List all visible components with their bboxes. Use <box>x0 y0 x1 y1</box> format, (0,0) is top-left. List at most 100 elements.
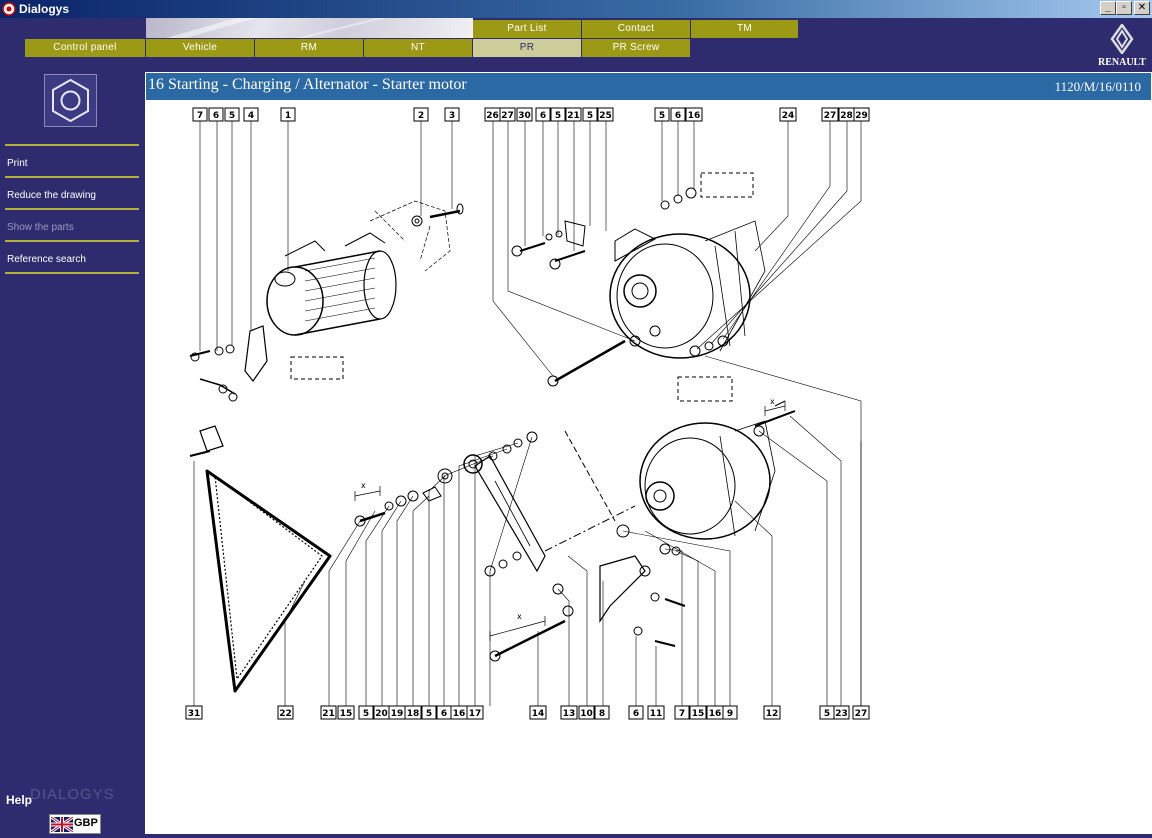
callout-label[interactable]: 8 <box>594 705 610 720</box>
callout-label[interactable]: 4 <box>243 107 259 122</box>
callout-label[interactable]: 5 <box>358 705 374 720</box>
callout-label[interactable]: 6 <box>535 107 551 122</box>
svg-text:25: 25 <box>599 111 612 121</box>
callout-label[interactable]: 9 <box>722 705 738 720</box>
svg-text:17: 17 <box>469 709 482 719</box>
starter-motor-illustration <box>189 200 464 402</box>
callout-label[interactable]: 11 <box>647 705 665 720</box>
svg-text:5: 5 <box>587 111 593 121</box>
callout-label[interactable]: 5 <box>224 107 240 122</box>
callout-label[interactable]: 16 <box>706 705 724 720</box>
callout-label[interactable]: 23 <box>833 705 850 720</box>
svg-text:10: 10 <box>580 709 593 719</box>
callout-label[interactable]: 2 <box>413 107 429 122</box>
tab-pr-screw[interactable]: PR Screw <box>582 39 691 57</box>
uk-flag-icon <box>51 817 73 832</box>
callout-label[interactable]: 12 <box>763 705 781 720</box>
callout-label[interactable]: 5 <box>421 705 437 720</box>
header-decoration <box>146 18 473 38</box>
callout-label[interactable]: 10 <box>578 705 595 720</box>
callout-label[interactable]: 21 <box>565 107 582 122</box>
callout-label[interactable]: 5 <box>819 705 835 720</box>
callout-label[interactable]: 6 <box>436 705 452 720</box>
callout-label[interactable]: 26 <box>484 107 501 122</box>
svg-text:6: 6 <box>213 111 219 121</box>
callout-label[interactable]: 28 <box>838 107 855 122</box>
callout-label[interactable]: 22 <box>277 705 294 720</box>
svg-text:13: 13 <box>563 709 576 719</box>
tab-part-list[interactable]: Part List <box>473 20 582 38</box>
callout-label[interactable]: 30 <box>516 107 533 122</box>
tab-tm[interactable]: TM <box>691 20 799 38</box>
callout-label[interactable]: 6 <box>208 107 224 122</box>
svg-text:21: 21 <box>567 111 580 121</box>
callout-label[interactable]: 5 <box>582 107 598 122</box>
callout-label[interactable]: 27 <box>852 705 870 720</box>
svg-text:6: 6 <box>633 709 639 719</box>
callout-label[interactable]: 3 <box>444 107 460 122</box>
restore-button[interactable]: ▫ <box>1116 1 1132 15</box>
sidebar-item-reference-search[interactable]: Reference search <box>7 254 86 265</box>
svg-text:21: 21 <box>322 709 335 719</box>
svg-text:6: 6 <box>675 111 681 121</box>
svg-text:26: 26 <box>486 111 499 121</box>
callout-label[interactable]: 20 <box>373 705 390 720</box>
svg-text:15: 15 <box>692 709 705 719</box>
tab-nt[interactable]: NT <box>364 39 473 57</box>
callout-label[interactable]: 13 <box>560 705 578 720</box>
header-swoosh-graphic <box>166 18 386 38</box>
callout-label[interactable]: 6 <box>670 107 686 122</box>
svg-text:16: 16 <box>453 709 466 719</box>
sidebar-item-reduce-drawing[interactable]: Reduce the drawing <box>7 190 96 201</box>
tab-vehicle[interactable]: Vehicle <box>146 39 255 57</box>
callout-label[interactable]: 15 <box>337 705 355 720</box>
dimension-labels: x x x <box>361 397 775 621</box>
callout-label[interactable]: 16 <box>450 705 468 720</box>
renault-brand-text: RENAULT <box>1098 57 1146 68</box>
svg-text:6: 6 <box>540 111 546 121</box>
callout-label[interactable]: 1 <box>280 107 296 122</box>
sidebar-divider <box>5 176 139 178</box>
callout-label[interactable]: 24 <box>779 107 797 122</box>
callout-label[interactable]: 18 <box>404 705 422 720</box>
svg-text:27: 27 <box>501 111 514 121</box>
tab-rm[interactable]: RM <box>255 39 364 57</box>
callout-label[interactable]: 21 <box>320 705 337 720</box>
leader-lines <box>199 121 862 711</box>
callout-label[interactable]: 15 <box>689 705 707 720</box>
callout-label[interactable]: 7 <box>674 705 690 720</box>
sidebar: Print Reduce the drawing Show the parts … <box>0 72 145 838</box>
renault-logo: RENAULT <box>1095 24 1149 68</box>
sidebar-item-print[interactable]: Print <box>7 158 28 169</box>
help-link[interactable]: Help <box>6 793 32 807</box>
callout-label[interactable]: 25 <box>597 107 614 122</box>
callout-label[interactable]: 27 <box>499 107 516 122</box>
callout-label[interactable]: 19 <box>388 705 406 720</box>
callout-label[interactable]: 16 <box>685 107 703 122</box>
callout-label[interactable]: 6 <box>628 705 644 720</box>
callout-label[interactable]: 5 <box>654 107 670 122</box>
callout-label[interactable]: 14 <box>529 705 547 720</box>
callout-label[interactable]: 17 <box>466 705 484 720</box>
callout-label[interactable]: 7 <box>192 107 208 122</box>
callout-label[interactable]: 31 <box>185 705 203 720</box>
minimize-button[interactable]: _ <box>1100 1 1116 15</box>
callout-label[interactable]: 27 <box>821 107 839 122</box>
svg-text:7: 7 <box>679 709 685 719</box>
page-title-bar: 16 Starting - Charging / Alternator - St… <box>146 73 1151 100</box>
tab-contact[interactable]: Contact <box>582 20 691 38</box>
svg-text:16: 16 <box>709 709 722 719</box>
close-button[interactable]: ✕ <box>1134 1 1150 15</box>
svg-text:1: 1 <box>285 111 291 121</box>
svg-text:12: 12 <box>766 709 779 719</box>
sidebar-divider <box>5 272 139 274</box>
callout-label[interactable]: 29 <box>853 107 870 122</box>
callout-label[interactable]: 5 <box>550 107 566 122</box>
language-selector[interactable]: GBP <box>49 814 101 834</box>
tab-control-panel[interactable]: Control panel <box>25 39 146 57</box>
svg-text:5: 5 <box>824 709 830 719</box>
exploded-parts-drawing[interactable]: x x x 7 6 5 4 1 2 3 26 27 30 6 5 21 5 25 <box>145 101 1152 836</box>
svg-text:23: 23 <box>835 709 848 719</box>
tab-pr[interactable]: PR <box>473 39 582 57</box>
svg-text:9: 9 <box>727 709 733 719</box>
